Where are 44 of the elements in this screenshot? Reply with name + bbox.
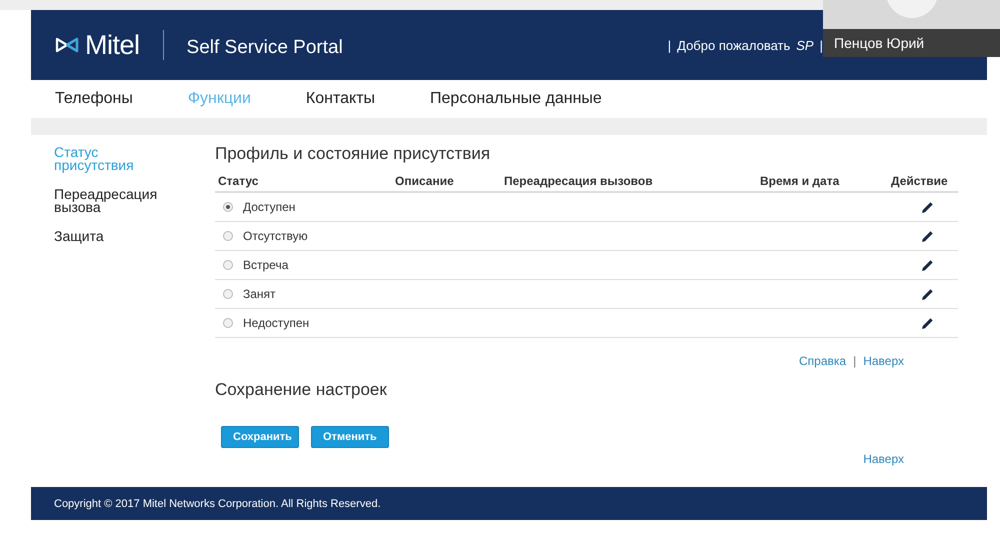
- edit-icon[interactable]: [921, 288, 934, 300]
- column-header: Время и дата: [757, 174, 888, 193]
- radio-button[interactable]: [223, 260, 233, 270]
- separator: |: [853, 354, 856, 368]
- section-title: Сохранение настроек: [215, 380, 388, 400]
- participant-name: Пенцов Юрий: [833, 34, 926, 51]
- separator: |: [668, 38, 672, 52]
- column-header: Статус: [215, 174, 392, 193]
- radio-button[interactable]: [223, 318, 233, 328]
- radio-button[interactable]: [223, 231, 233, 241]
- status-label: Встреча: [243, 258, 288, 272]
- nav-tab[interactable]: Функции: [188, 90, 251, 108]
- status-label: Занят: [243, 287, 276, 301]
- sidebar-item[interactable]: Статус присутствия: [54, 146, 174, 172]
- column-header: Действие: [888, 174, 958, 193]
- status-label: Отсутствую: [243, 229, 308, 243]
- section-title: Профиль и состояние присутствия: [215, 144, 492, 164]
- save-button[interactable]: Сохранить: [221, 426, 299, 448]
- sidebar-item[interactable]: Переадресация вызова: [54, 188, 174, 214]
- top-link[interactable]: Наверх: [863, 452, 904, 466]
- status-label: Недоступен: [243, 316, 310, 330]
- welcome-text: Добро пожаловать: [677, 38, 790, 52]
- status-label: Доступен: [243, 200, 296, 214]
- edit-icon[interactable]: [921, 230, 934, 242]
- edit-icon[interactable]: [921, 200, 934, 214]
- sidebar-item[interactable]: Защита: [54, 230, 174, 243]
- column-header: Переадресация вызовов: [501, 174, 757, 193]
- user-name: SP: [796, 38, 814, 52]
- nav-tab[interactable]: Контакты: [306, 90, 376, 108]
- cancel-button[interactable]: Отменить: [311, 426, 389, 448]
- edit-icon[interactable]: [921, 316, 934, 330]
- logo-icon: [55, 37, 79, 53]
- help-link[interactable]: Справка: [799, 354, 846, 368]
- nav-tab[interactable]: Телефоны: [55, 90, 133, 108]
- copyright-text: Copyright © 2017 Mitel Networks Corporation. All Rights Reserved.: [54, 498, 381, 510]
- top-link[interactable]: Наверх: [863, 354, 904, 368]
- radio-button[interactable]: [223, 202, 233, 212]
- column-header: Описание: [392, 174, 501, 193]
- separator: |: [820, 38, 823, 52]
- edit-icon[interactable]: [921, 258, 934, 272]
- radio-button[interactable]: [223, 289, 233, 299]
- portal-title: Self Service Portal: [186, 37, 343, 59]
- logo-text: Mitel: [85, 30, 140, 60]
- nav-tab[interactable]: Персональные данные: [430, 90, 602, 108]
